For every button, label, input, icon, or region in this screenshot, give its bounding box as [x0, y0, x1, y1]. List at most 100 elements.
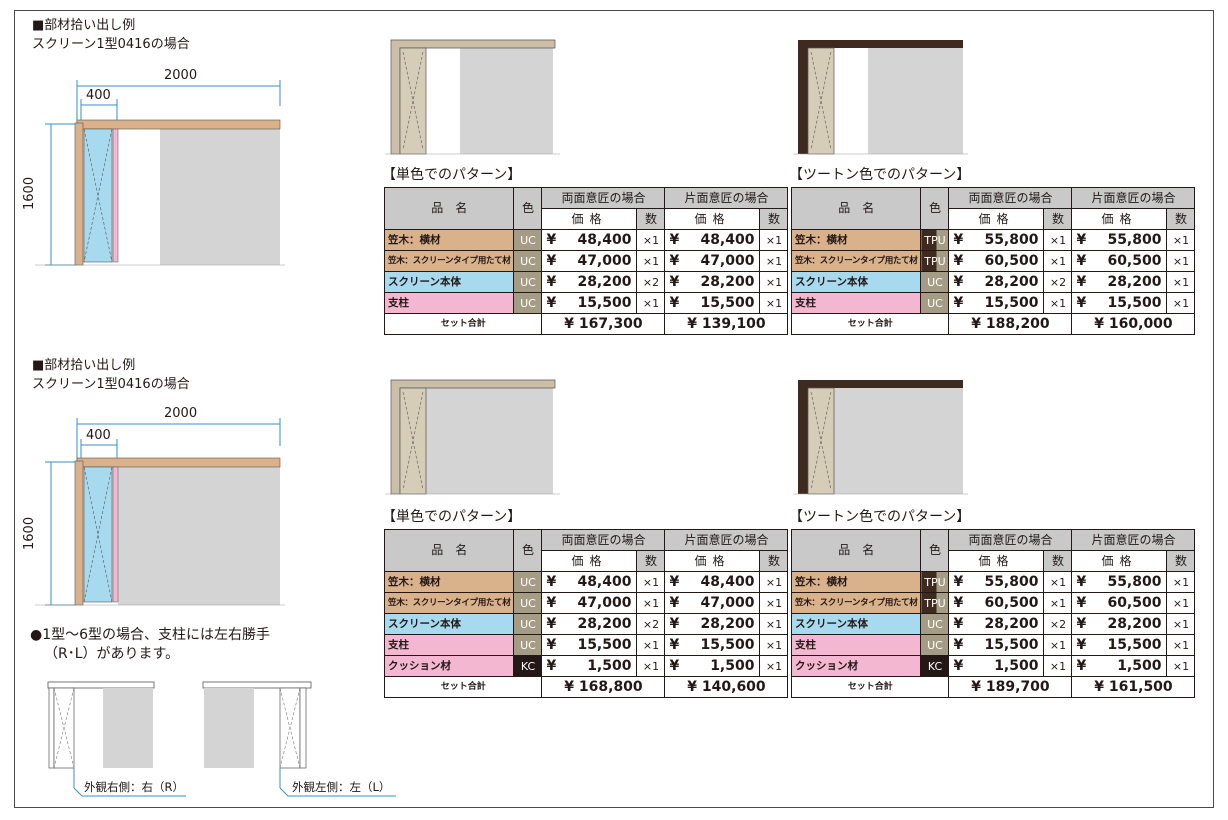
price-table: 品 名色両面意匠の場合 片面意匠の場合 価格数価格数笠木：横材 TPU ¥55,800 ×…	[790, 529, 1196, 698]
part-name: スクリーン本体	[790, 613, 922, 635]
table-row: 笠木：スクリーンタイプ用たて材 TPU ¥60,500 ×1 ¥60,500 ×1	[790, 592, 1196, 614]
price-cell: ¥28,200	[1071, 613, 1168, 635]
qty-cell: ×1	[1166, 613, 1196, 635]
table-row: スクリーン本体 UC ¥28,200 ×2 ¥28,200 ×1	[383, 271, 789, 293]
qty-cell: ×1	[759, 250, 789, 272]
header-color: 色	[920, 529, 950, 572]
yen-sign: ¥	[953, 231, 964, 248]
price-cell: ¥55,800	[948, 571, 1045, 593]
table-row: スクリーン本体 UC ¥28,200 ×2 ¥28,200 ×1	[790, 613, 1196, 635]
price-value: 1,500	[587, 657, 632, 674]
qty-cell: ×1	[1166, 634, 1196, 656]
price-cell: ¥55,800	[1071, 571, 1168, 593]
color-code: KC	[920, 655, 950, 677]
table-row: 支柱 UC ¥15,500 ×1 ¥15,500 ×1	[790, 292, 1196, 314]
total-row: セット合計 ¥ 188,200 ¥ 160,000	[790, 313, 1196, 335]
header-price: 価格	[664, 208, 761, 230]
total-row: セット合計 ¥ 168,800 ¥ 140,600	[383, 676, 789, 698]
yen-sign: ¥	[669, 636, 680, 653]
header-name: 品 名	[383, 529, 515, 572]
qty-cell: ×2	[1043, 271, 1073, 293]
qty-cell: ×1	[1166, 271, 1196, 293]
price-value: 15,500	[700, 636, 755, 653]
price-value: 15,500	[1107, 294, 1162, 311]
qty-cell: ×2	[636, 613, 666, 635]
price-cell: ¥48,400	[541, 229, 638, 251]
yen-sign: ¥	[1076, 657, 1087, 674]
yen-sign: ¥	[669, 615, 680, 632]
price-cell: ¥15,500	[664, 634, 761, 656]
price-cell: ¥47,000	[664, 592, 761, 614]
yen-sign: ¥	[546, 615, 557, 632]
table-row: クッション材 KC ¥1,500 ×1 ¥1,500 ×1	[790, 655, 1196, 677]
price-cell: ¥28,200	[1071, 271, 1168, 293]
price-cell: ¥1,500	[541, 655, 638, 677]
price-cell: ¥55,800	[948, 229, 1045, 251]
price-cell: ¥60,500	[948, 250, 1045, 272]
price-cell: ¥1,500	[948, 655, 1045, 677]
color-code: UC	[513, 292, 543, 314]
yen-sign: ¥	[1076, 273, 1087, 290]
qty-cell: ×1	[759, 592, 789, 614]
total-label: セット合計	[790, 676, 950, 698]
price-value: 55,800	[984, 231, 1039, 248]
yen-sign: ¥	[1076, 231, 1087, 248]
table-title: 【ツートン色でのパターン】	[789, 509, 971, 525]
qty-cell: ×1	[636, 655, 666, 677]
yen-sign: ¥	[669, 573, 680, 590]
price-cell: ¥15,500	[948, 292, 1045, 314]
header-price: 価格	[948, 208, 1045, 230]
yen-sign: ¥	[546, 252, 557, 269]
yen-sign: ¥	[546, 657, 557, 674]
qty-cell: ×1	[1166, 571, 1196, 593]
yen-sign: ¥	[669, 273, 680, 290]
price-cell: ¥28,200	[541, 271, 638, 293]
part-name: スクリーン本体	[383, 271, 515, 293]
qty-cell: ×1	[1166, 292, 1196, 314]
total-double-sided: ¥ 167,300	[541, 313, 666, 335]
qty-cell: ×1	[759, 634, 789, 656]
price-value: 55,800	[1107, 573, 1162, 590]
price-value: 60,500	[984, 594, 1039, 611]
part-name: クッション材	[383, 655, 515, 677]
header-qty: 数	[636, 208, 666, 230]
yen-sign: ¥	[546, 273, 557, 290]
color-code: TPU	[920, 250, 950, 272]
yen-sign: ¥	[953, 636, 964, 653]
yen-sign: ¥	[953, 657, 964, 674]
price-value: 15,500	[577, 294, 632, 311]
price-value: 47,000	[577, 252, 632, 269]
total-single-sided: ¥ 161,500	[1071, 676, 1196, 698]
total-label: セット合計	[383, 676, 543, 698]
yen-sign: ¥	[953, 273, 964, 290]
price-cell: ¥48,400	[541, 571, 638, 593]
yen-sign: ¥	[953, 615, 964, 632]
yen-sign: ¥	[546, 636, 557, 653]
price-value: 48,400	[700, 231, 755, 248]
table-title: 【単色でのパターン】	[382, 509, 522, 525]
qty-cell: ×1	[1043, 592, 1073, 614]
yen-sign: ¥	[669, 294, 680, 311]
color-code: TPU	[920, 571, 950, 593]
price-cell: ¥55,800	[1071, 229, 1168, 251]
color-code: UC	[513, 271, 543, 293]
total-double-sided: ¥ 188,200	[948, 313, 1073, 335]
part-name: 笠木：横材	[790, 571, 922, 593]
header-double-sided: 両面意匠の場合	[541, 529, 666, 551]
header-qty: 数	[1043, 208, 1073, 230]
color-code: UC	[513, 250, 543, 272]
header-price: 価格	[948, 550, 1045, 572]
price-value: 28,200	[984, 273, 1039, 290]
price-cell: ¥28,200	[948, 271, 1045, 293]
total-row: セット合計 ¥ 189,700 ¥ 161,500	[790, 676, 1196, 698]
total-label: セット合計	[790, 313, 950, 335]
table-row: スクリーン本体 UC ¥28,200 ×2 ¥28,200 ×1	[790, 271, 1196, 293]
color-code: UC	[920, 292, 950, 314]
qty-cell: ×1	[759, 571, 789, 593]
price-cell: ¥60,500	[948, 592, 1045, 614]
yen-sign: ¥	[953, 294, 964, 311]
color-code: UC	[513, 571, 543, 593]
table-row: 笠木：スクリーンタイプ用たて材 TPU ¥60,500 ×1 ¥60,500 ×1	[790, 250, 1196, 272]
part-name: 笠木：スクリーンタイプ用たて材	[383, 250, 515, 272]
table-row: 支柱 UC ¥15,500 ×1 ¥15,500 ×1	[790, 634, 1196, 656]
